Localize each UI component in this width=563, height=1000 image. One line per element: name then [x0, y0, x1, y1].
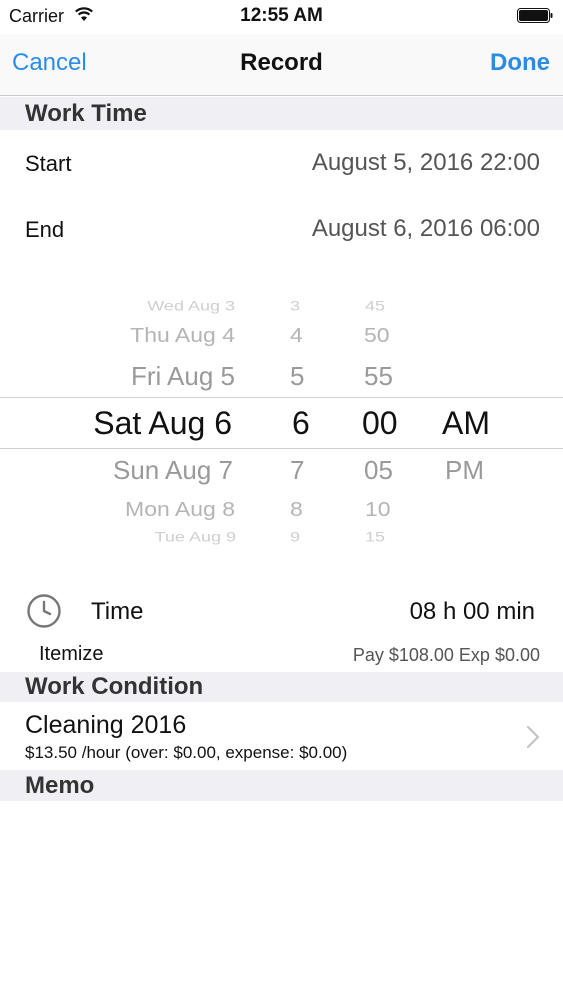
picker-date-option[interactable]: Mon Aug 8	[125, 498, 235, 522]
date-time-picker[interactable]: Wed Aug 3 Thu Aug 4 Fri Aug 5 Sat Aug 6 …	[0, 283, 563, 558]
time-value: 08 h 00 min	[409, 598, 535, 625]
done-button[interactable]: Done	[490, 49, 550, 77]
cancel-button[interactable]: Cancel	[12, 49, 87, 77]
picker-hour-selected[interactable]: 6	[292, 405, 310, 442]
picker-date-option[interactable]: Fri Aug 5	[131, 361, 235, 392]
picker-date-option[interactable]: Sun Aug 7	[113, 455, 233, 486]
itemize-label: Itemize	[39, 643, 104, 665]
picker-minute-option[interactable]: 55	[364, 361, 393, 392]
picker-date-selected[interactable]: Sat Aug 6	[93, 405, 232, 442]
picker-minute-option[interactable]: 45	[365, 299, 385, 315]
start-value: August 5, 2016 22:00	[311, 149, 540, 176]
section-header-work-time: Work Time	[0, 97, 563, 130]
picker-hour-option[interactable]: 5	[290, 361, 304, 392]
section-header-memo: Memo	[0, 770, 563, 801]
status-time: 12:55 AM	[240, 5, 323, 26]
memo-text-area[interactable]	[0, 801, 563, 1000]
itemize-value: Pay $108.00 Exp $0.00	[352, 645, 540, 665]
end-row[interactable]: End August 6, 2016 06:00	[0, 196, 563, 262]
picker-selection-bottom-line	[0, 448, 563, 449]
work-condition-row[interactable]: Cleaning 2016 $13.50 /hour (over: $0.00,…	[0, 702, 563, 770]
picker-date-option[interactable]: Thu Aug 4	[130, 324, 235, 348]
picker-hour-option[interactable]: 4	[290, 324, 303, 348]
picker-minute-option[interactable]: 15	[365, 530, 385, 546]
nav-bar: Cancel Record Done	[0, 34, 563, 96]
picker-minute-option[interactable]: 05	[364, 455, 393, 486]
battery-icon	[517, 8, 553, 23]
picker-hour-option[interactable]: 8	[290, 498, 303, 522]
time-label: Time	[91, 598, 144, 625]
status-bar: Carrier 12:55 AM	[0, 0, 563, 34]
picker-hour-option[interactable]: 9	[290, 530, 300, 546]
section-header-work-condition: Work Condition	[0, 672, 563, 702]
picker-date-option[interactable]: Tue Aug 9	[155, 530, 236, 546]
picker-selection-top-line	[0, 397, 563, 398]
picker-hour-option[interactable]: 7	[290, 455, 304, 486]
picker-meridiem-option[interactable]: PM	[445, 455, 484, 486]
start-row[interactable]: Start August 5, 2016 22:00	[0, 130, 563, 196]
picker-meridiem-selected[interactable]: AM	[442, 405, 490, 442]
picker-minute-option[interactable]: 10	[365, 498, 391, 522]
picker-minute-option[interactable]: 50	[364, 324, 390, 348]
end-label: End	[25, 217, 65, 242]
clock-icon	[27, 594, 61, 628]
picker-date-option[interactable]: Wed Aug 3	[147, 299, 235, 315]
end-value: August 6, 2016 06:00	[311, 215, 540, 242]
chevron-right-icon	[526, 725, 540, 749]
work-condition-detail: $13.50 /hour (over: $0.00, expense: $0.0…	[25, 743, 348, 762]
work-condition-name: Cleaning 2016	[25, 711, 187, 739]
picker-minute-selected[interactable]: 00	[362, 405, 398, 442]
picker-hour-option[interactable]: 3	[290, 299, 300, 315]
start-label: Start	[25, 151, 72, 176]
